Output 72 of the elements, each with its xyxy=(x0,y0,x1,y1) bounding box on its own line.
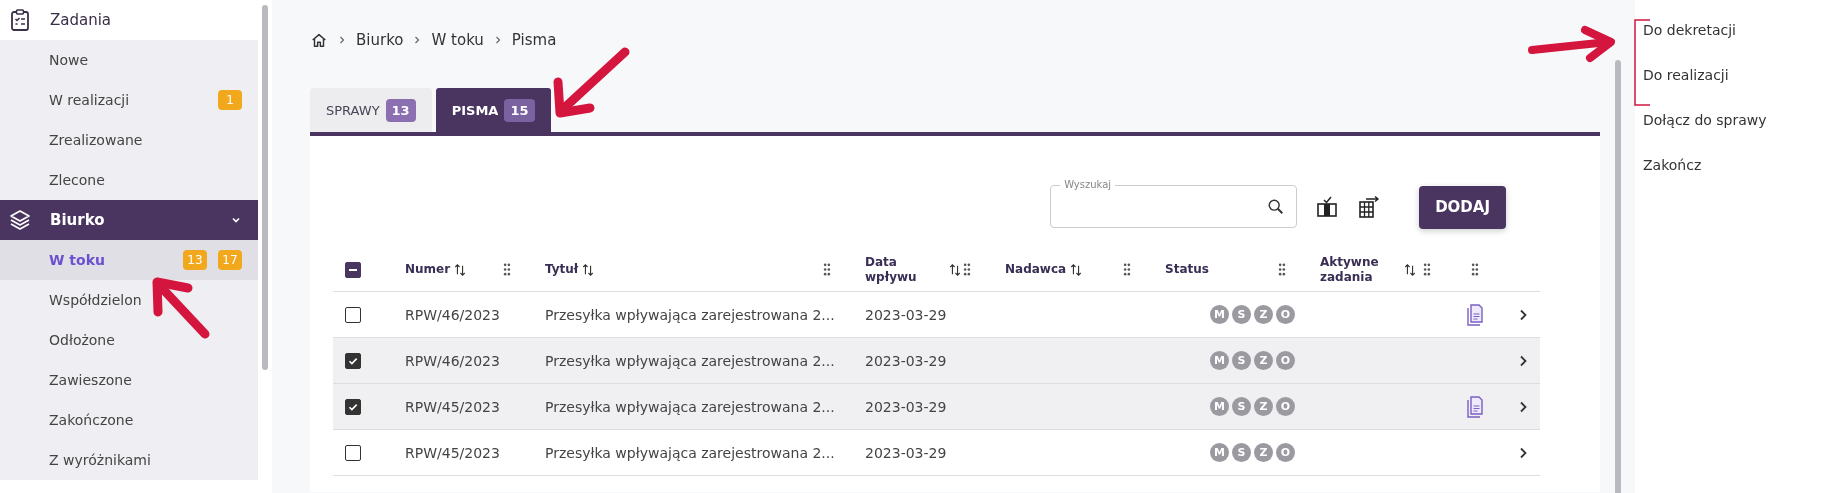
table-cell: RPW/46/2023 xyxy=(405,352,500,369)
add-button[interactable]: DODAJ xyxy=(1419,185,1506,229)
status-badge: O xyxy=(1276,305,1295,324)
item-label: Odłożone xyxy=(49,332,116,348)
action-link[interactable]: Dołącz do sprawy xyxy=(1643,112,1825,128)
item-label: Zawieszone xyxy=(49,372,133,388)
status-badge: S xyxy=(1232,351,1251,370)
group-label: Biurko xyxy=(50,211,106,229)
sidebar-group[interactable]: Biurko xyxy=(0,200,258,240)
table-row[interactable]: RPW/45/2023 Przesyłka wpływająca zarejestrowana 2... 2023-03-29 M S Z O xyxy=(333,384,1540,430)
count-badge: 17 xyxy=(218,250,242,270)
sidebar-item[interactable]: Zawieszone xyxy=(0,360,258,400)
table-cell: 2023-03-29 xyxy=(865,398,947,415)
item-label: Zlecone xyxy=(49,172,106,188)
group-label: Zadania xyxy=(50,11,113,29)
tab[interactable]: SPRAWY 13 xyxy=(310,88,432,132)
sidebar-item[interactable]: Współdzielon xyxy=(0,280,258,320)
column-header[interactable]: Data wpływu xyxy=(865,254,945,285)
sidebar-item[interactable]: Z wyróżnikami xyxy=(0,440,258,480)
table-row[interactable]: RPW/45/2023 Przesyłka wpływająca zarejestrowana 2... 2023-03-29 M S Z O xyxy=(333,430,1540,476)
column-header[interactable]: Aktywne zadania xyxy=(1320,254,1400,285)
breadcrumb-link[interactable]: Biurko xyxy=(356,31,404,49)
sidebar-item[interactable]: Odłożone xyxy=(0,320,258,360)
sidebar-item[interactable]: Zlecone xyxy=(0,160,258,200)
column-header[interactable]: Nadawca xyxy=(1005,262,1067,277)
status-badge: Z xyxy=(1254,443,1273,462)
status-badge: M xyxy=(1210,397,1229,416)
status-badge: S xyxy=(1232,397,1251,416)
table-cell: Przesyłka wpływająca zarejestrowana 2... xyxy=(545,352,835,369)
table-cell: 2023-03-29 xyxy=(865,306,947,323)
table-cell: 2023-03-29 xyxy=(865,444,947,461)
table-cell: 2023-03-29 xyxy=(865,352,947,369)
status-badge: M xyxy=(1210,305,1229,324)
table-cell: Przesyłka wpływająca zarejestrowana 2... xyxy=(545,444,835,461)
sidebar-item[interactable]: Nowe xyxy=(0,40,258,80)
action-link[interactable]: Do realizacji xyxy=(1643,67,1825,83)
table-cell: Przesyłka wpływająca zarejestrowana 2... xyxy=(545,398,835,415)
column-header[interactable]: Status xyxy=(1165,262,1209,277)
item-label: Nowe xyxy=(49,52,90,68)
status-badge: Z xyxy=(1254,397,1273,416)
status-badge: O xyxy=(1276,443,1295,462)
item-label: W realizacji xyxy=(49,92,131,108)
table-cell: RPW/45/2023 xyxy=(405,398,500,415)
status-badge: S xyxy=(1232,305,1251,324)
status-badge: O xyxy=(1276,397,1295,416)
tab[interactable]: PISMA 15 xyxy=(435,88,551,132)
item-label: Zrealizowane xyxy=(49,132,144,148)
sidebar-item[interactable]: Zrealizowane xyxy=(0,120,258,160)
table-cell: RPW/45/2023 xyxy=(405,444,500,461)
status-badge: M xyxy=(1210,443,1229,462)
action-link[interactable]: Do dekretacji xyxy=(1643,22,1825,38)
item-label: Współdzielon xyxy=(49,292,143,308)
item-label: W toku xyxy=(49,252,106,268)
sidebar-item[interactable]: W realizacji 1 xyxy=(0,80,258,120)
item-label: Z wyróżnikami xyxy=(49,452,152,468)
column-header[interactable]: Numer xyxy=(405,262,451,277)
action-link[interactable]: Zakończ xyxy=(1643,157,1825,173)
breadcrumb-link[interactable]: W toku xyxy=(431,31,484,49)
count-badge: 13 xyxy=(183,250,207,270)
table-cell: RPW/46/2023 xyxy=(405,306,500,323)
status-badge: S xyxy=(1232,443,1251,462)
table-cell: Przesyłka wpływająca zarejestrowana 2... xyxy=(545,306,835,323)
table-row[interactable]: RPW/46/2023 Przesyłka wpływająca zarejestrowana 2... 2023-03-29 M S Z O xyxy=(333,338,1540,384)
sidebar-item[interactable]: Zakończone xyxy=(0,400,258,440)
sidebar-item[interactable]: W toku 13 17 xyxy=(0,240,258,280)
status-badge: Z xyxy=(1254,305,1273,324)
status-badge: Z xyxy=(1254,351,1273,370)
count-badge: 1 xyxy=(218,90,242,110)
status-badge: O xyxy=(1276,351,1295,370)
item-label: Zakończone xyxy=(49,412,135,428)
column-header[interactable]: Tytuł xyxy=(545,262,579,277)
status-badge: M xyxy=(1210,351,1229,370)
